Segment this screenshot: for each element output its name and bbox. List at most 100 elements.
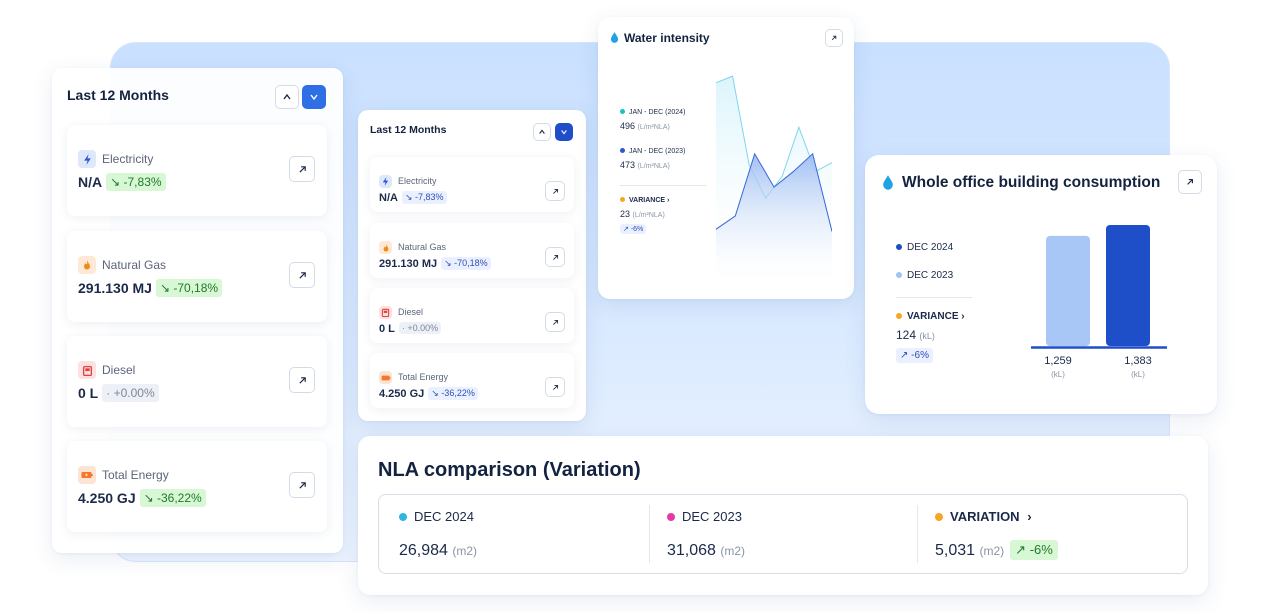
nla-column-dec-2024: DEC 2024 26,984 (m2) bbox=[379, 495, 649, 573]
battery-icon bbox=[78, 466, 96, 484]
arrow-up-right-icon bbox=[552, 319, 558, 325]
lightning-icon bbox=[379, 175, 392, 188]
next-period-button[interactable] bbox=[555, 123, 573, 141]
variance-badge: ↗ -6% bbox=[620, 224, 647, 234]
card-title: Whole office building consumption bbox=[902, 174, 1161, 191]
fuel-can-icon bbox=[78, 361, 96, 379]
open-detail-button[interactable] bbox=[289, 262, 315, 288]
nla-table: DEC 2024 26,984 (m2) DEC 2023 31,068 (m2… bbox=[378, 494, 1188, 574]
energy-item-total-energy: Total Energy 4.250 GJ ↘ -36,22% bbox=[370, 353, 574, 408]
energy-card-large: Last 12 Months Electricity N/A ↘ -7,83% N… bbox=[52, 68, 343, 553]
energy-item-diesel: Diesel 0 L · +0.00% bbox=[67, 336, 327, 427]
item-value: N/A ↘ -7,83% bbox=[78, 173, 166, 191]
energy-item-electricity: Electricity N/A ↘ -7,83% bbox=[67, 125, 327, 216]
lightning-icon bbox=[78, 150, 96, 168]
battery-icon bbox=[379, 371, 392, 384]
open-detail-button[interactable] bbox=[825, 29, 843, 47]
item-label: Natural Gas bbox=[102, 258, 167, 272]
change-badge: ↘ -36,22% bbox=[139, 489, 206, 507]
chevron-right-icon: › bbox=[1027, 509, 1032, 524]
arrow-up-right-icon bbox=[298, 271, 306, 279]
water-drop-icon bbox=[610, 32, 619, 43]
next-period-button[interactable] bbox=[302, 85, 326, 109]
column-value: 5,031 bbox=[935, 542, 976, 559]
item-label: Natural Gas bbox=[398, 242, 447, 252]
column-label: DEC 2024 bbox=[414, 509, 474, 524]
item-value: 0 L · +0.00% bbox=[78, 384, 159, 402]
prev-period-button[interactable] bbox=[533, 123, 551, 141]
change-badge: ↘ -7,83% bbox=[106, 173, 166, 191]
item-label: Diesel bbox=[102, 363, 136, 377]
prev-period-button[interactable] bbox=[275, 85, 299, 109]
open-detail-button[interactable] bbox=[1178, 170, 1202, 194]
legend-dot bbox=[620, 148, 625, 153]
open-detail-button[interactable] bbox=[545, 247, 565, 267]
legend-dot bbox=[896, 313, 902, 319]
item-label: Electricity bbox=[102, 152, 154, 166]
item-value: 0 L · +0.00% bbox=[379, 322, 442, 335]
variance-block[interactable]: VARIANCE › 23 (L/m²NLA) ↗ -6% bbox=[620, 197, 669, 237]
arrow-up-right-icon bbox=[552, 384, 558, 390]
change-badge: ↘ -7,83% bbox=[401, 191, 447, 204]
open-detail-button[interactable] bbox=[545, 181, 565, 201]
item-label: Total Energy bbox=[398, 372, 449, 382]
column-label: DEC 2023 bbox=[682, 509, 742, 524]
item-label: Electricity bbox=[398, 176, 437, 186]
legend-unit: (L/m²NLA) bbox=[637, 163, 670, 170]
bar-unit: (kL) bbox=[1131, 370, 1145, 379]
open-detail-button[interactable] bbox=[289, 472, 315, 498]
item-value: 4.250 GJ ↘ -36,22% bbox=[379, 387, 478, 400]
building-consumption-card: Whole office building consumption DEC 20… bbox=[865, 155, 1217, 414]
energy-item-diesel: Diesel 0 L · +0.00% bbox=[370, 288, 574, 343]
arrow-up-right-icon bbox=[298, 165, 306, 173]
legend-divider bbox=[620, 185, 706, 186]
variance-value: 124 bbox=[896, 328, 917, 342]
arrow-up-right-icon bbox=[552, 254, 558, 260]
open-detail-button[interactable] bbox=[545, 377, 565, 397]
open-detail-button[interactable] bbox=[289, 367, 315, 393]
nla-column-variation[interactable]: VARIATION › 5,031 (m2) ↗ -6% bbox=[917, 495, 1187, 573]
legend-value: 496 bbox=[620, 121, 636, 131]
variation-badge: ↗ -6% bbox=[1010, 540, 1058, 560]
legend-2024: JAN - DEC (2024) 496 (L/m²NLA) bbox=[620, 109, 685, 131]
column-label: VARIATION bbox=[950, 509, 1020, 524]
bar-label-2023: 1,259 (kL) bbox=[1033, 355, 1083, 379]
energy-item-total-energy: Total Energy 4.250 GJ ↘ -36,22% bbox=[67, 441, 327, 532]
variance-unit: (kL) bbox=[919, 331, 935, 341]
water-intensity-chart bbox=[716, 75, 832, 287]
arrow-up-right-icon bbox=[552, 188, 558, 194]
chevron-up-icon bbox=[283, 93, 291, 100]
card-title: Last 12 Months bbox=[370, 124, 447, 136]
open-detail-button[interactable] bbox=[289, 156, 315, 182]
legend-dot bbox=[620, 109, 625, 114]
column-value: 26,984 bbox=[399, 542, 448, 559]
legend-dot bbox=[935, 513, 943, 521]
change-badge: ↘ -70,18% bbox=[155, 279, 223, 297]
open-detail-button[interactable] bbox=[545, 312, 565, 332]
column-unit: (m2) bbox=[979, 544, 1005, 558]
column-unit: (m2) bbox=[452, 544, 478, 558]
change-badge: · +0.00% bbox=[102, 384, 159, 402]
legend-divider bbox=[896, 297, 972, 298]
change-badge: ↘ -36,22% bbox=[428, 387, 478, 400]
legend-dot bbox=[896, 244, 902, 250]
water-drop-icon bbox=[883, 175, 893, 190]
legend-dot bbox=[896, 272, 902, 278]
item-value: 4.250 GJ ↘ -36,22% bbox=[78, 489, 206, 507]
card-title: NLA comparison (Variation) bbox=[378, 459, 641, 481]
chevron-up-icon bbox=[539, 129, 545, 134]
variance-block[interactable]: VARIANCE › 124 (kL) ↗ -6% bbox=[896, 311, 965, 364]
arrow-up-right-icon bbox=[298, 481, 306, 489]
bar-label-2024: 1,383 (kL) bbox=[1113, 355, 1163, 379]
flame-icon bbox=[379, 241, 392, 254]
chevron-down-icon bbox=[561, 130, 567, 135]
bar-dec-2023 bbox=[1046, 235, 1090, 346]
bar-value: 1,259 bbox=[1044, 355, 1072, 367]
item-value: 291.130 MJ ↘ -70,18% bbox=[379, 257, 491, 270]
legend-dot bbox=[667, 513, 675, 521]
arrow-up-right-icon bbox=[298, 376, 306, 384]
energy-item-natural-gas: Natural Gas 291.130 MJ ↘ -70,18% bbox=[67, 231, 327, 322]
change-badge: · +0.00% bbox=[398, 322, 442, 334]
energy-card-small: Last 12 Months Electricity N/A ↘ -7,83% N… bbox=[358, 110, 586, 421]
legend-label: DEC 2023 bbox=[907, 270, 954, 281]
